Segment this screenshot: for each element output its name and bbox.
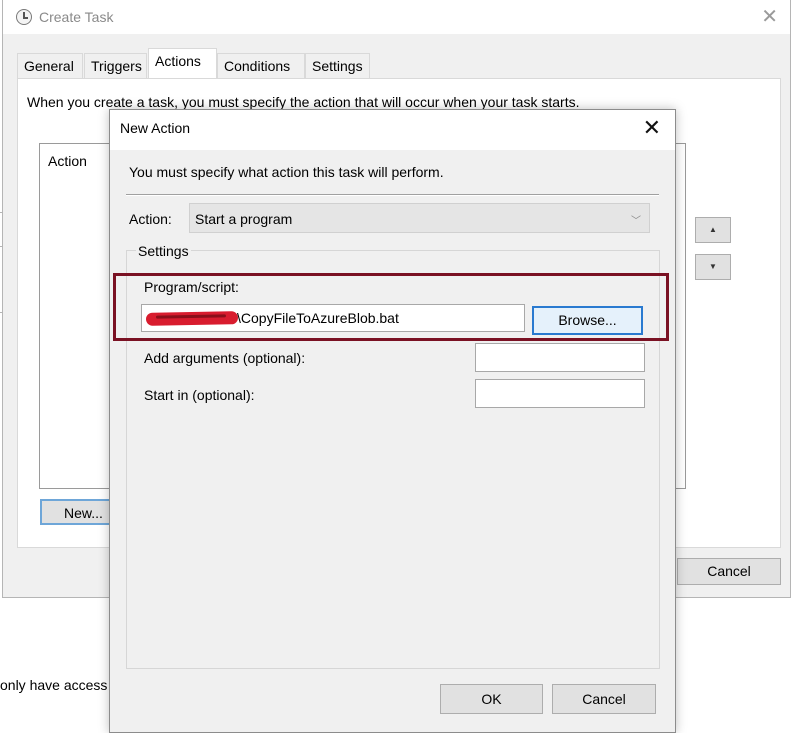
move-up-button[interactable]: ▲ [695, 217, 731, 243]
actions-description: When you create a task, you must specify… [27, 94, 580, 110]
action-select-value: Start a program [195, 211, 293, 227]
tab-actions[interactable]: Actions [148, 48, 217, 79]
arguments-label: Add arguments (optional): [144, 350, 306, 366]
start-in-label: Start in (optional): [144, 387, 255, 403]
new-action-description: You must specify what action this task w… [129, 164, 444, 180]
new-action-title: New Action [120, 120, 191, 136]
action-label: Action: [129, 211, 172, 227]
settings-group-label: Settings [136, 243, 191, 259]
clock-icon [16, 9, 32, 25]
background-window-edge [0, 246, 3, 247]
background-window-edge [0, 312, 3, 313]
close-icon[interactable]: ✕ [643, 116, 661, 140]
create-task-title: Create Task [39, 9, 114, 25]
arguments-input[interactable] [475, 343, 645, 372]
program-script-input[interactable]: \CopyFileToAzureBlob.bat [141, 304, 525, 332]
tab-conditions[interactable]: Conditions [217, 53, 305, 79]
create-task-close-icon[interactable]: ✕ [761, 5, 778, 29]
create-task-cancel-button[interactable]: Cancel [677, 558, 781, 585]
background-window-edge [0, 212, 3, 213]
create-task-titlebar: Create Task ✕ [3, 0, 790, 34]
tab-triggers[interactable]: Triggers [84, 53, 147, 79]
program-script-value: \CopyFileToAzureBlob.bat [237, 310, 399, 326]
cancel-button[interactable]: Cancel [552, 684, 656, 714]
chevron-down-icon: ﹀ [631, 216, 641, 227]
ok-button[interactable]: OK [440, 684, 543, 714]
new-action-button[interactable]: New... [40, 499, 116, 525]
tab-general[interactable]: General [17, 53, 83, 79]
new-action-titlebar: New Action ✕ [110, 110, 675, 150]
tab-settings[interactable]: Settings [305, 53, 370, 79]
triangle-up-icon: ▲ [709, 225, 717, 234]
move-down-button[interactable]: ▼ [695, 254, 731, 280]
action-select[interactable]: Start a program ﹀ [189, 203, 650, 233]
redaction-scribble [145, 311, 239, 326]
triangle-down-icon: ▼ [709, 262, 717, 271]
browse-button[interactable]: Browse... [532, 306, 643, 335]
new-action-dialog: New Action ✕ You must specify what actio… [109, 109, 676, 733]
separator [126, 194, 659, 196]
action-column-header[interactable]: Action [48, 153, 87, 169]
program-script-label: Program/script: [144, 279, 239, 295]
background-page-text: only have access t [0, 677, 116, 693]
start-in-input[interactable] [475, 379, 645, 408]
